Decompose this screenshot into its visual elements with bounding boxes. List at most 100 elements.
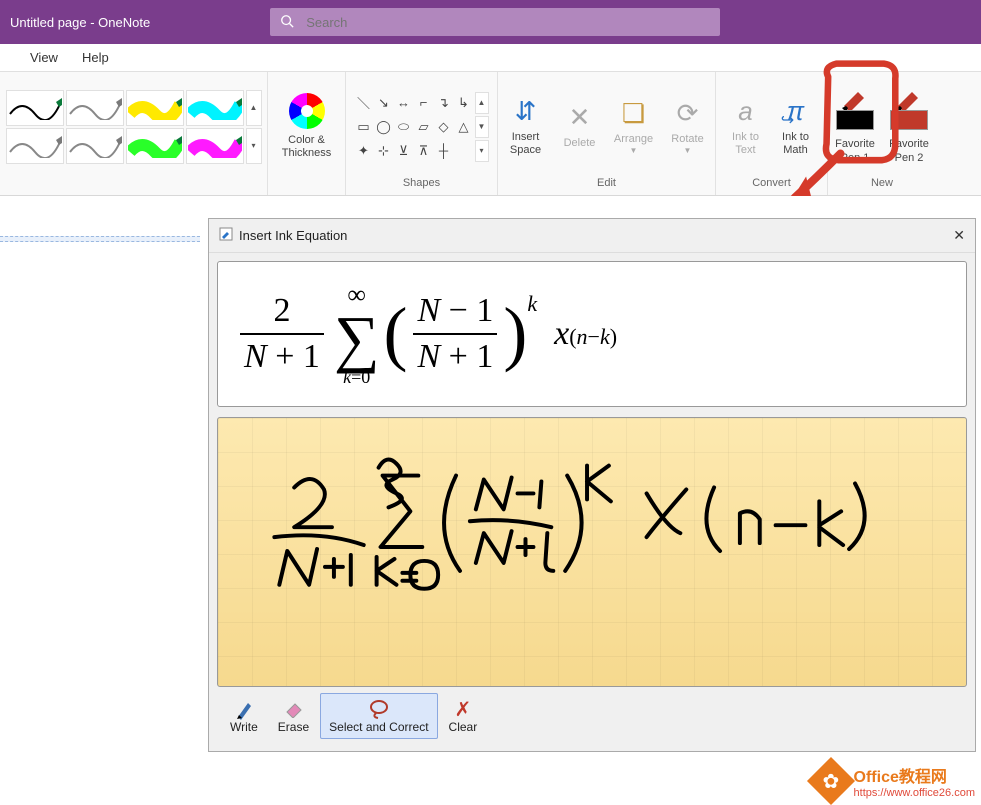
insert-ink-equation-window: Insert Ink Equation ✕ 2 N + 1 ∞ ∑ k=0 ( … — [208, 218, 976, 752]
erase-tool-button[interactable]: Erase — [269, 693, 318, 739]
shape-elbow[interactable]: ⌐ — [415, 92, 433, 114]
ink-to-text-button: a Ink to Text — [722, 84, 770, 170]
favorite-pen-1-button[interactable]: Favorite Pen 1 — [830, 84, 880, 170]
pen-icon — [840, 88, 870, 110]
shapes-up[interactable]: ▲ — [475, 92, 489, 114]
chevron-down-icon: ▼ — [684, 146, 692, 155]
search-input[interactable] — [304, 14, 710, 31]
canvas-selection — [0, 236, 200, 242]
pen-swatch[interactable] — [186, 128, 244, 164]
ink-to-math-button[interactable]: π ↪ Ink to Math — [770, 84, 822, 170]
rotate-button: ⟳ Rotate ▼ — [662, 84, 714, 170]
label: Write — [230, 720, 258, 734]
watermark-badge: ✿ — [806, 757, 854, 805]
shape-arrow[interactable]: ↘ — [375, 92, 393, 114]
watermark: ✿ Office教程网 https://www.office26.com — [814, 763, 975, 799]
color-thickness-button[interactable]: Color & Thickness — [282, 134, 332, 160]
shapes-label: Shapes — [403, 177, 440, 193]
shape-ellipse2[interactable]: ⬭ — [395, 116, 413, 138]
pen-swatch[interactable] — [126, 90, 184, 126]
edit-group: ⇵ Insert Space ✕ Delete ❏ Arrange ▼ ⟳ Ro… — [498, 72, 716, 195]
ink-writing-area[interactable] — [217, 417, 967, 687]
gallery-more[interactable]: ▾ — [246, 128, 262, 164]
title-bar: Untitled page - OneNote — [0, 0, 981, 44]
shape-empty — [455, 140, 473, 162]
menu-view[interactable]: View — [18, 44, 70, 71]
label: Erase — [278, 720, 309, 734]
shape-diamond[interactable]: ◇ — [435, 116, 453, 138]
lasso-icon — [368, 698, 390, 720]
convert-label: Convert — [752, 177, 791, 193]
label: Ink to Text — [732, 131, 759, 157]
label: Favorite Pen 2 — [889, 138, 929, 164]
delete-button: ✕ Delete — [554, 84, 606, 170]
shapes-gallery[interactable]: ＼ ↘ ↔ ⌐ ↴ ↳ ▲ ▭ ◯ ⬭ ▱ ◇ △ ▼ ✦ ⊹ ⊻ ⊼ ┼ ▾ — [355, 92, 489, 162]
select-correct-tool-button[interactable]: Select and Correct — [320, 693, 437, 739]
pen-swatch[interactable] — [126, 128, 184, 164]
pen-swatch[interactable] — [66, 90, 124, 126]
favorite-pen-2-button[interactable]: Favorite Pen 2 — [884, 84, 934, 170]
arrange-icon: ❏ — [622, 98, 645, 129]
shape-line[interactable]: ＼ — [355, 92, 373, 114]
shape-axes2[interactable]: ⊹ — [375, 140, 393, 162]
ink-to-text-icon: a — [738, 96, 752, 127]
shape-axes3[interactable]: ⊻ — [395, 140, 413, 162]
favorites-group: Favorite Pen 1 Favorite Pen 2 New — [828, 72, 936, 195]
shapes-group: ＼ ↘ ↔ ⌐ ↴ ↳ ▲ ▭ ◯ ⬭ ▱ ◇ △ ▼ ✦ ⊹ ⊻ ⊼ ┼ ▾ — [346, 72, 498, 195]
shape-triangle[interactable]: △ — [455, 116, 473, 138]
chevron-down-icon: ▼ — [630, 146, 638, 155]
pen-icon — [894, 88, 924, 110]
rotate-icon: ⟳ — [677, 98, 699, 129]
search-icon — [280, 14, 294, 31]
equation-preview: 2 N + 1 ∞ ∑ k=0 ( N − 1 N + 1 ) k x(n−k) — [217, 261, 967, 407]
pen-swatch[interactable] — [6, 128, 64, 164]
shape-rect[interactable]: ▭ — [355, 116, 373, 138]
favorites-label: New — [871, 177, 893, 193]
insert-space-button[interactable]: ⇵ Insert Space — [500, 84, 552, 170]
shape-elbow-double[interactable]: ↳ — [455, 92, 473, 114]
palette-icon — [289, 93, 325, 129]
shape-parallelogram[interactable]: ▱ — [415, 116, 433, 138]
pen-swatch[interactable] — [66, 128, 124, 164]
label: Thickness — [282, 147, 332, 159]
menu-bar: View Help — [0, 44, 981, 72]
shape-plus[interactable]: ┼ — [435, 140, 453, 162]
ink-window-title: Insert Ink Equation — [239, 228, 347, 243]
write-tool-button[interactable]: Write — [221, 693, 267, 739]
label: Delete — [564, 137, 596, 150]
shapes-down[interactable]: ▼ — [475, 116, 489, 138]
label: Favorite Pen 1 — [835, 138, 875, 164]
swatch — [836, 110, 874, 130]
pen-swatch[interactable] — [186, 90, 244, 126]
shape-axes[interactable]: ✦ — [355, 140, 373, 162]
label: Rotate — [671, 133, 703, 146]
label: Insert Space — [510, 131, 541, 157]
shape-ellipse[interactable]: ◯ — [375, 116, 393, 138]
shapes-more[interactable]: ▾ — [475, 140, 489, 162]
delete-icon: ✕ — [569, 102, 591, 133]
label: Arrange — [614, 133, 653, 146]
pen-swatch[interactable] — [6, 90, 64, 126]
ink-tools: Write Erase Select and Correct ✗ Clear — [217, 687, 967, 743]
ribbon: ▲ ▾ Color & Thickness ＼ ↘ ↔ — [0, 72, 981, 196]
ink-to-math-icon: π ↪ — [787, 96, 804, 127]
clear-tool-button[interactable]: ✗ Clear — [440, 693, 487, 739]
close-button[interactable]: ✕ — [953, 227, 965, 244]
search-box[interactable] — [270, 8, 720, 36]
eraser-icon — [283, 698, 303, 720]
swatch — [890, 110, 928, 130]
ink-edit-icon — [219, 227, 233, 244]
watermark-title: Office教程网 — [854, 763, 975, 787]
label: Clear — [449, 720, 478, 734]
shape-double-arrow[interactable]: ↔ — [395, 92, 413, 114]
shape-axes4[interactable]: ⊼ — [415, 140, 433, 162]
menu-help[interactable]: Help — [70, 44, 121, 71]
convert-group: a Ink to Text π ↪ Ink to Math Convert — [716, 72, 828, 195]
ink-window-titlebar: Insert Ink Equation ✕ — [209, 219, 975, 253]
window-title: Untitled page - OneNote — [10, 15, 270, 30]
pen-icon — [235, 698, 253, 720]
edit-label: Edit — [597, 177, 616, 193]
arrange-button: ❏ Arrange ▼ — [608, 84, 660, 170]
shape-elbow-arrow[interactable]: ↴ — [435, 92, 453, 114]
gallery-up[interactable]: ▲ — [246, 90, 262, 126]
